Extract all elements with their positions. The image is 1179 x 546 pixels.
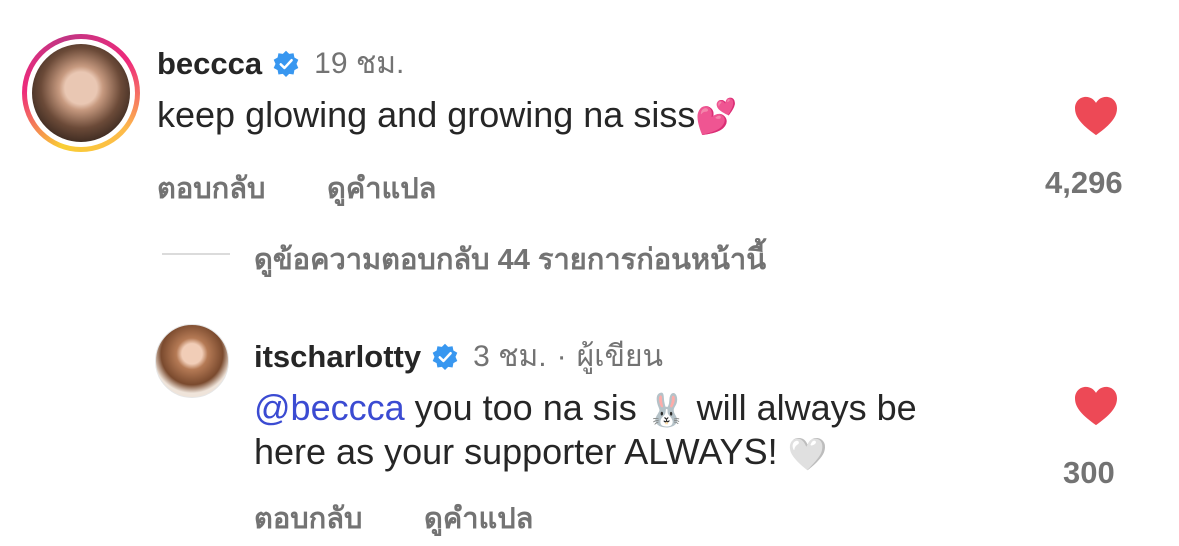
reply-header: itscharlotty 3 ชม. · ผู้เขียน — [254, 333, 663, 380]
reply-button[interactable]: ตอบกลับ — [157, 165, 265, 211]
reply-text-line1: @beccca you too na sis 🐰 will always be — [254, 386, 917, 432]
translate-button[interactable]: ดูคำแปล — [424, 495, 533, 541]
comment-body: keep glowing and growing na siss — [157, 94, 696, 135]
avatar-story-ring[interactable] — [22, 34, 140, 152]
like-count[interactable]: 4,296 — [1045, 165, 1123, 201]
verified-badge-icon — [432, 343, 458, 370]
reply-body-1: you too na sis — [404, 387, 647, 428]
reply-text-line2: here as your supporter ALWAYS! 🤍 — [254, 430, 827, 476]
white-heart-emoji: 🤍 — [787, 435, 828, 472]
author-badge: ผู้เขียน — [576, 340, 664, 373]
reply-body-3: here as your supporter ALWAYS! — [254, 431, 788, 472]
avatar — [32, 44, 130, 142]
reply-button[interactable]: ตอบกลับ — [254, 495, 362, 541]
separator-dot: · — [556, 339, 567, 373]
mention-link[interactable]: @beccca — [254, 387, 405, 428]
comment-header: beccca 19 ชม. — [157, 40, 404, 87]
like-heart-icon[interactable] — [1073, 385, 1119, 427]
comment-time: 19 ชม. — [314, 47, 405, 80]
view-previous-replies-button[interactable]: ดูข้อความตอบกลับ 44 รายการก่อนหน้านี้ — [254, 236, 766, 282]
replies-divider — [162, 253, 230, 255]
reply-body-2: will always be — [686, 387, 917, 428]
avatar[interactable] — [155, 324, 229, 398]
like-heart-icon[interactable] — [1073, 95, 1119, 137]
username[interactable]: itscharlotty — [254, 339, 421, 375]
username[interactable]: beccca — [157, 46, 262, 82]
reply-time: 3 ชม. — [473, 340, 547, 373]
translate-button[interactable]: ดูคำแปล — [327, 165, 436, 211]
rabbit-emoji: 🐰 — [646, 391, 687, 428]
like-count[interactable]: 300 — [1063, 455, 1115, 491]
two-hearts-emoji: 💕 — [695, 97, 738, 136]
comment-text: keep glowing and growing na siss💕 — [157, 93, 738, 139]
verified-badge-icon — [273, 50, 299, 77]
